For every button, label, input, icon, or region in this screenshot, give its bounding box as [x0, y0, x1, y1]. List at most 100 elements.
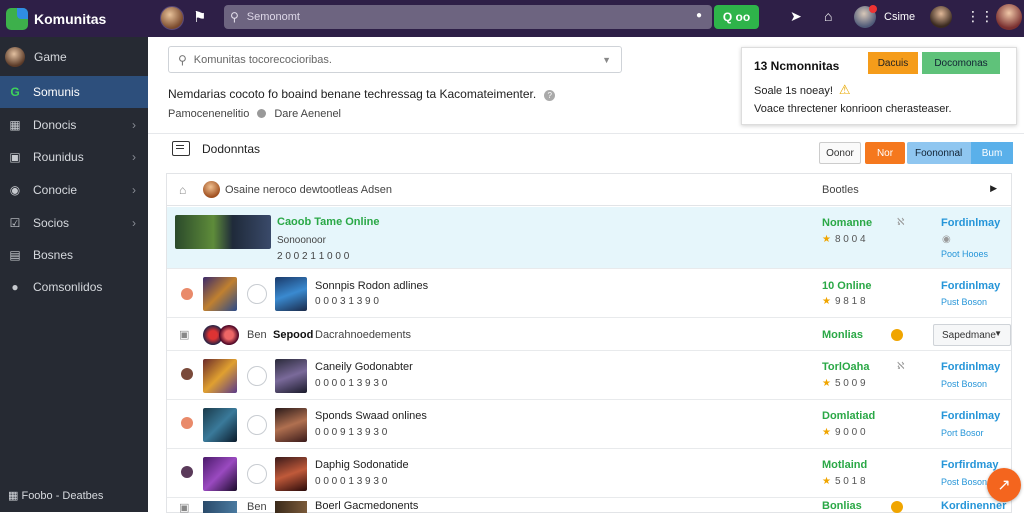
secondary-avatar[interactable]	[930, 6, 952, 28]
row-link[interactable]: Forfirdmay	[941, 459, 998, 471]
notification-dismiss-button[interactable]: Dacuis	[868, 52, 918, 74]
sidebar-item-socios[interactable]: ☑ Socios ›	[0, 207, 148, 239]
sidebar-item-somunis[interactable]: G Somunis	[0, 76, 148, 108]
row-dropdown-label: Sapedmane	[942, 329, 996, 341]
map-pin-icon[interactable]: ●	[696, 10, 706, 22]
row-lead-icon	[181, 288, 193, 300]
play-icon[interactable]: ▶	[990, 183, 997, 194]
row-thumbnail-secondary[interactable]	[275, 457, 307, 491]
row-thumbnail-secondary[interactable]	[275, 408, 307, 442]
filter-button[interactable]: Foononnal Bum	[907, 142, 1013, 164]
chevron-right-icon: ›	[132, 118, 136, 132]
row-title[interactable]: Sepood	[273, 329, 313, 341]
row-thumbnail[interactable]	[203, 408, 237, 442]
row-thumbnail-secondary[interactable]	[275, 501, 307, 513]
table-row[interactable]: Caoob Tame Online Sonoonoor 2 0 0 2 1 1 …	[167, 207, 1011, 269]
other-button[interactable]: Oonor	[819, 142, 861, 164]
row-status: Bonlias	[822, 500, 862, 512]
placeholder-avatar-icon	[247, 366, 267, 386]
table-row[interactable]: ▣ Ben Sepood Dacrahnoedements Monlias Sa…	[167, 319, 1011, 351]
home-icon[interactable]: ⌂	[179, 183, 186, 197]
row-thumbnail[interactable]	[203, 359, 237, 393]
chevron-down-icon[interactable]: ▼	[602, 55, 611, 65]
placeholder-avatar-icon	[247, 415, 267, 435]
sidebar-item-label: Socios	[33, 216, 70, 230]
row-title[interactable]: Caneily Godonabter	[315, 361, 413, 373]
row-link-secondary[interactable]: Poot Hooes	[941, 249, 988, 259]
filter-button-secondary[interactable]: Bum	[971, 142, 1013, 164]
row-link[interactable]: Fordinlmay	[941, 410, 1000, 422]
row-thumbnail[interactable]	[203, 277, 237, 311]
target-icon: ◉	[9, 183, 21, 197]
row-title[interactable]: Daphig Sodonatide	[315, 459, 409, 471]
row-title[interactable]: Boerl Gacmedonents	[315, 500, 418, 512]
row-title[interactable]: Sonnpis Rodon adlines	[315, 280, 428, 292]
notification-badge	[869, 5, 877, 13]
table-row[interactable]: ▣ Ben Boerl Gacmedonents Bonlias Kordine…	[167, 499, 1011, 513]
star-icon: ★	[822, 476, 831, 487]
sidebar-item-label: Donocis	[33, 118, 77, 132]
sidebar-footer[interactable]: ▦ Foobo - Deatbes	[8, 489, 103, 502]
user-name[interactable]: Csime	[884, 11, 915, 23]
row-rating: ★ 5 0 0 9	[822, 378, 866, 389]
sidebar-user[interactable]: Game	[0, 41, 148, 73]
table-row[interactable]: Sponds Swaad onlines 0 0 0 9 1 3 9 3 0 D…	[167, 401, 1011, 449]
row-link-secondary[interactable]: Pust Boson	[941, 297, 987, 307]
help-icon[interactable]: ?	[544, 90, 556, 101]
table-row[interactable]: Caneily Godonabter 0 0 0 0 1 3 9 3 0 Tor…	[167, 352, 1011, 400]
row-sub: 0 0 0 0 1 3 9 3 0	[315, 378, 388, 389]
trophy-icon[interactable]: ⌂	[824, 8, 832, 24]
row-title[interactable]: Caoob Tame Online	[277, 216, 379, 228]
floating-action-button[interactable]: ↗	[987, 468, 1021, 502]
sidebar-item-bosnes[interactable]: ▤ Bosnes	[0, 239, 148, 271]
main-content: ⚲ Komunitas tocorecocioribas. ▼ Nemdaria…	[148, 37, 1024, 513]
notification-action-button[interactable]: Docomonas	[922, 52, 1000, 74]
sidebar-item-donocis[interactable]: ▦ Donocis ›	[0, 109, 148, 141]
top-bar: Komunitas ⚑ ⚲ Semonomt ● Q oo ➤ ⌂ Csime …	[0, 0, 1024, 37]
list-header-text: Osaine neroco dewtootleas Adsen	[225, 184, 392, 196]
sub-right[interactable]: Dare Aenenel	[274, 108, 341, 120]
orange-button[interactable]: Nor	[865, 142, 905, 164]
notification-message: Soale 1s noeay! ⚠	[754, 82, 851, 98]
row-link-secondary[interactable]: Post Boson	[941, 379, 987, 389]
info-text-content: Nemdarias cocoto fo boaind benane techre…	[168, 87, 537, 101]
row-link[interactable]: Fordinlmay	[941, 217, 1000, 229]
sidebar-item-conocie[interactable]: ◉ Conocie ›	[0, 174, 148, 206]
row-sub: Sonoonoor	[277, 235, 326, 246]
game-banner-thumbnail[interactable]	[175, 215, 271, 249]
row-rating: ★ 8 0 0 4	[822, 234, 866, 245]
row-title[interactable]: Sponds Swaad onlines	[315, 410, 427, 422]
g-icon: G	[10, 85, 20, 99]
toggle-dot-icon[interactable]	[257, 109, 267, 118]
sidebar-item-label: Rounidus	[33, 150, 84, 164]
main-search-input[interactable]: ⚲ Komunitas tocorecocioribas. ▼	[168, 46, 622, 73]
brand[interactable]: Komunitas	[0, 7, 148, 30]
row-link[interactable]: Fordinlmay	[941, 280, 1000, 292]
row-link[interactable]: Kordinenner	[941, 500, 1006, 512]
search-button[interactable]: Q oo	[714, 5, 759, 29]
avatar[interactable]	[160, 6, 184, 30]
row-link-secondary[interactable]: Port Bosor	[941, 428, 984, 438]
profile-avatar[interactable]	[996, 4, 1022, 30]
medal-icon	[891, 329, 903, 341]
chevron-right-icon: ›	[132, 150, 136, 164]
row-dropdown[interactable]: Sapedmane ▼	[933, 324, 1011, 346]
circle-icon: ●	[11, 280, 19, 294]
sidebar-item-comsonlidos[interactable]: ● Comsonlidos	[0, 271, 148, 303]
main-search-placeholder: Komunitas tocorecocioribas.	[193, 53, 332, 66]
sidebar-item-rounidus[interactable]: ▣ Rounidus ›	[0, 141, 148, 173]
bell-icon[interactable]: ⚑	[193, 8, 206, 26]
row-thumbnail[interactable]	[203, 457, 237, 491]
table-row[interactable]: Sonnpis Rodon adlines 0 0 0 3 1 3 9 0 10…	[167, 270, 1011, 318]
row-thumbnail[interactable]	[203, 501, 237, 513]
rocket-icon[interactable]: ➤	[790, 8, 802, 25]
table-row[interactable]: Daphig Sodonatide 0 0 0 0 1 3 9 3 0 Motl…	[167, 450, 1011, 498]
row-status: Nomanne	[822, 217, 873, 229]
top-search-input[interactable]: ⚲ Semonomt ●	[224, 5, 712, 29]
grid-icon[interactable]: ⋮⋮	[966, 8, 994, 25]
row-thumbnail-secondary[interactable]	[275, 359, 307, 393]
row-link-secondary[interactable]: Post Boson	[941, 477, 987, 487]
row-thumbnail-secondary[interactable]	[275, 277, 307, 311]
row-lead-icon	[181, 466, 193, 478]
row-link[interactable]: Fordinlmay	[941, 361, 1000, 373]
